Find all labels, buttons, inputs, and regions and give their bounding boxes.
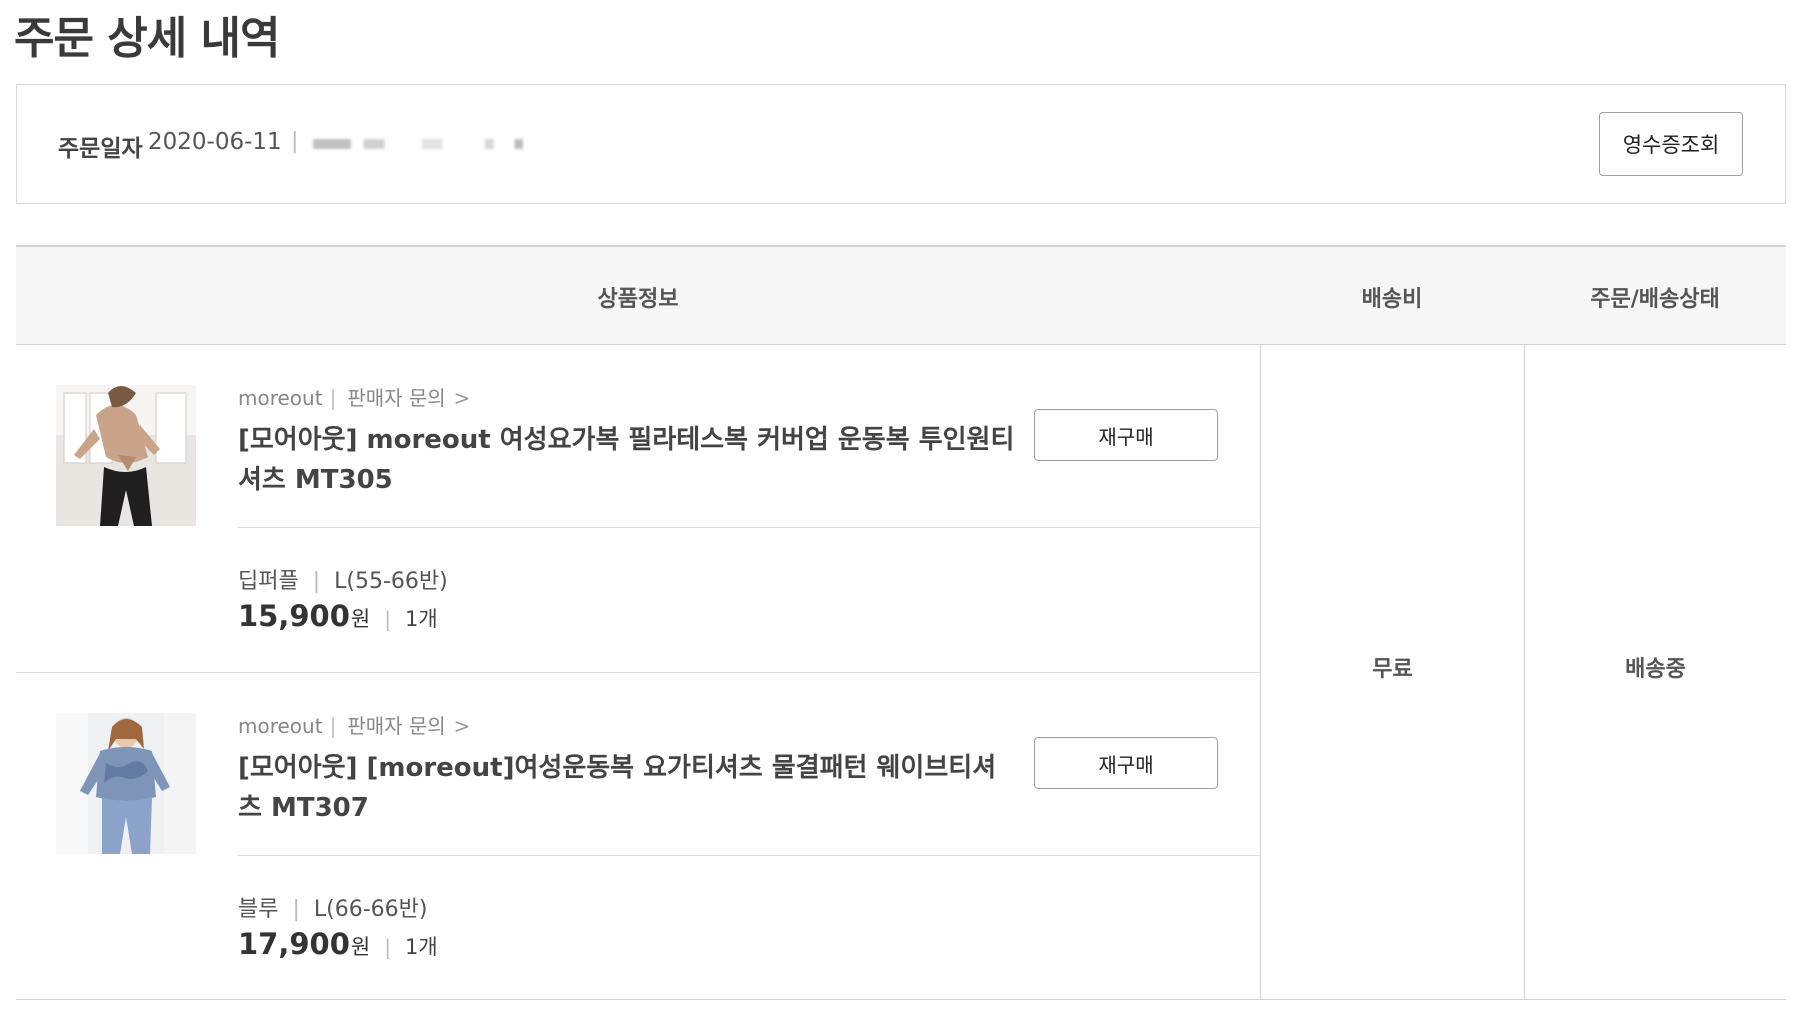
- separator: |: [384, 607, 391, 631]
- option-color: 블루: [238, 897, 279, 922]
- product-name[interactable]: [모어아웃] moreout 여성요가복 필라테스복 커버업 운동복 투인원티셔…: [238, 420, 1018, 500]
- order-date-label: 주문일자: [58, 136, 143, 162]
- order-detail-page: 주문 상세 내역 주문일자 2020-06-11 | 영수증조회 상품정보 배송…: [0, 0, 1796, 1030]
- chevron-right-icon: >: [453, 714, 471, 738]
- seller-inquiry-link[interactable]: 판매자 문의: [347, 714, 445, 738]
- order-item: moreout | 판매자 문의 > [모어아웃] [moreout]여성운동복 요가…: [16, 673, 1260, 1000]
- product-quantity: 1개: [405, 607, 438, 631]
- table-header: 상품정보 배송비 주문/배송상태: [16, 245, 1786, 345]
- price-line: 17,900원 | 1개: [238, 927, 438, 961]
- chevron-right-icon: >: [453, 386, 471, 410]
- receipt-button[interactable]: 영수증조회: [1599, 112, 1743, 176]
- header-shipping-fee: 배송비: [1361, 287, 1423, 312]
- product-price: 15,900: [238, 599, 350, 633]
- price-line: 15,900원 | 1개: [238, 599, 438, 633]
- seller-line: moreout | 판매자 문의 >: [238, 710, 470, 739]
- seller-name[interactable]: moreout: [238, 714, 323, 738]
- product-image[interactable]: [56, 385, 196, 526]
- order-number-redacted: [313, 139, 523, 149]
- order-date: 2020-06-11: [148, 129, 282, 155]
- shipping-fee-cell: 무료: [1260, 345, 1524, 1000]
- separator: |: [384, 935, 391, 959]
- product-price: 17,900: [238, 927, 350, 961]
- order-items-table: 상품정보 배송비 주문/배송상태 moreout | 판매자 문의 > [모어아…: [16, 245, 1786, 1000]
- header-order-status: 주문/배송상태: [1590, 287, 1720, 312]
- item-divider: [238, 527, 1260, 528]
- rebuy-button[interactable]: 재구매: [1034, 737, 1218, 789]
- table-body: moreout | 판매자 문의 > [모어아웃] moreout 여성요가복 필라테…: [16, 345, 1786, 1000]
- seller-line: moreout | 판매자 문의 >: [238, 382, 470, 411]
- order-status-cell: 배송중: [1524, 345, 1786, 1000]
- option-line: 딥퍼플 | L(55-66반): [238, 563, 448, 595]
- currency-unit: 원: [350, 935, 371, 959]
- seller-inquiry-link[interactable]: 판매자 문의: [347, 386, 445, 410]
- option-size: L(66-66반): [313, 897, 428, 922]
- product-image[interactable]: [56, 713, 196, 854]
- option-color: 딥퍼플: [238, 569, 299, 594]
- option-size: L(55-66반): [334, 569, 448, 594]
- order-status: 배송중: [1625, 657, 1686, 682]
- shipping-fee: 무료: [1372, 657, 1413, 682]
- rebuy-button[interactable]: 재구매: [1034, 409, 1218, 461]
- header-product-info: 상품정보: [597, 287, 679, 312]
- product-name[interactable]: [모어아웃] [moreout]여성운동복 요가티셔츠 물결패턴 웨이브티셔츠 …: [238, 748, 1018, 828]
- order-item: moreout | 판매자 문의 > [모어아웃] moreout 여성요가복 필라테…: [16, 345, 1260, 673]
- order-summary-box: 주문일자 2020-06-11 | 영수증조회: [16, 84, 1786, 204]
- product-quantity: 1개: [405, 935, 438, 959]
- separator: |: [292, 897, 300, 922]
- order-separator: |: [291, 129, 299, 154]
- separator: |: [312, 569, 321, 594]
- option-line: 블루 | L(66-66반): [238, 891, 428, 923]
- separator: |: [329, 714, 337, 738]
- separator: |: [329, 386, 337, 410]
- page-title: 주문 상세 내역: [14, 13, 281, 64]
- currency-unit: 원: [350, 607, 371, 631]
- seller-name[interactable]: moreout: [238, 386, 323, 410]
- item-divider: [238, 855, 1260, 856]
